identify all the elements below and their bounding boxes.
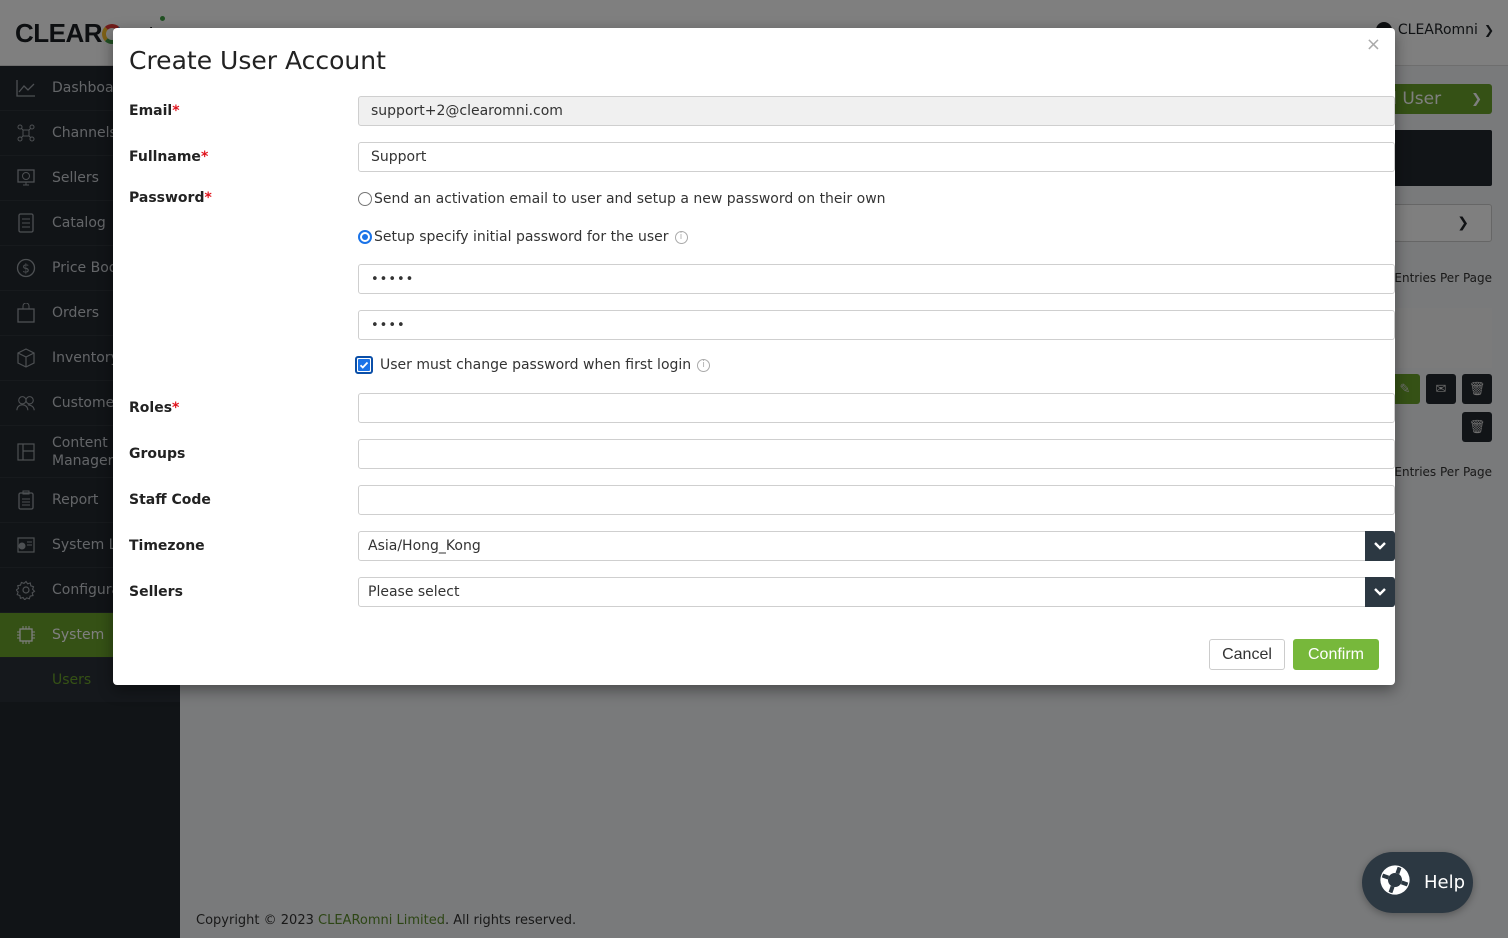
- lifebuoy-icon: [1378, 863, 1412, 902]
- email-field[interactable]: support+2@clearomni.com: [358, 96, 1395, 126]
- roles-label: Roles*: [129, 400, 180, 416]
- cancel-button[interactable]: Cancel: [1209, 639, 1285, 670]
- confirm-password-field[interactable]: ••••: [358, 310, 1395, 340]
- help-button[interactable]: Help: [1362, 852, 1473, 913]
- staff-code-input[interactable]: [358, 485, 1395, 515]
- fullname-field[interactable]: Support: [358, 142, 1395, 172]
- radio-label: Send an activation email to user and set…: [374, 191, 886, 207]
- sellers-value: Please select: [368, 584, 460, 600]
- fullname-label: Fullname*: [129, 149, 209, 165]
- groups-input[interactable]: [358, 439, 1395, 469]
- radio-label: Setup specify initial password for the u…: [374, 229, 669, 245]
- sellers-label: Sellers: [129, 584, 183, 600]
- modal-title: Create User Account: [129, 46, 386, 75]
- staff-code-label: Staff Code: [129, 492, 211, 508]
- checkmark-icon: [358, 359, 370, 371]
- must-change-password-option[interactable]: User must change password when first log…: [355, 356, 711, 374]
- groups-label: Groups: [129, 446, 186, 462]
- confirm-button[interactable]: Confirm: [1293, 639, 1379, 670]
- checkbox-label: User must change password when first log…: [380, 357, 692, 373]
- password-option-activation-email[interactable]: Send an activation email to user and set…: [358, 191, 886, 207]
- must-change-password-checkbox[interactable]: [355, 356, 373, 374]
- chevron-down-icon: [1374, 542, 1386, 550]
- password-label: Password*: [129, 190, 212, 206]
- info-icon[interactable]: i: [697, 358, 711, 372]
- timezone-dropdown-button[interactable]: [1365, 531, 1395, 561]
- create-user-modal: Create User Account × Email* support+2@c…: [113, 28, 1395, 685]
- radio-initial-password[interactable]: [358, 230, 372, 244]
- password-option-initial-password[interactable]: Setup specify initial password for the u…: [358, 229, 688, 245]
- help-label: Help: [1424, 872, 1466, 893]
- sellers-dropdown-button[interactable]: [1365, 577, 1395, 607]
- chevron-down-icon: [1374, 588, 1386, 596]
- password-field[interactable]: •••••: [358, 264, 1395, 294]
- email-label: Email*: [129, 103, 180, 119]
- roles-input[interactable]: [358, 393, 1395, 423]
- timezone-value: Asia/Hong_Kong: [368, 538, 481, 554]
- info-icon[interactable]: i: [674, 230, 688, 244]
- timezone-label: Timezone: [129, 538, 205, 554]
- radio-activation-email[interactable]: [358, 192, 372, 206]
- timezone-select[interactable]: Asia/Hong_Kong: [358, 531, 1395, 561]
- sellers-select[interactable]: Please select: [358, 577, 1395, 607]
- close-icon[interactable]: ×: [1366, 34, 1381, 55]
